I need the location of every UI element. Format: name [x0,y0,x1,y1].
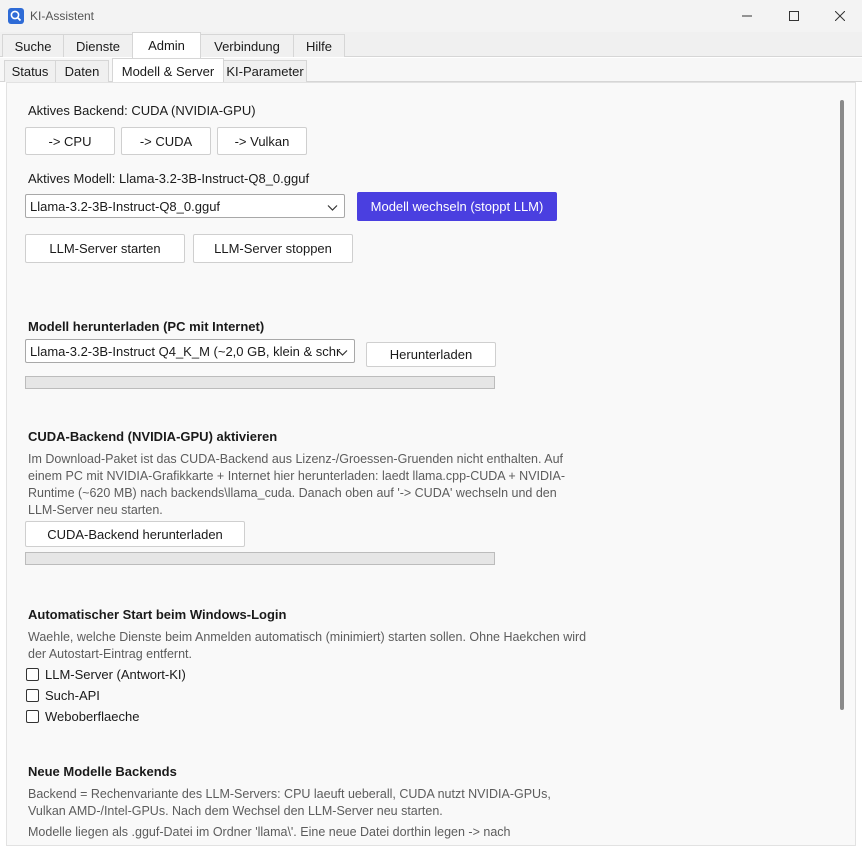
tab-dienste[interactable]: Dienste [63,34,133,57]
download-button[interactable]: Herunterladen [366,342,496,367]
model-select[interactable]: Llama-3.2-3B-Instruct-Q8_0.gguf [25,194,345,218]
llm-server-checkbox[interactable] [26,667,39,681]
tab-verbindung[interactable]: Verbindung [200,34,294,57]
checkbox-row-llm-server[interactable]: LLM-Server (Antwort-KI) [26,665,186,683]
weboberflaeche-checkbox-label: Weboberflaeche [45,708,140,724]
tab-daten[interactable]: Daten [55,60,109,82]
info-backend-text: Backend = Rechenvariante des LLM-Servers… [28,787,551,818]
chevron-down-icon [337,346,348,361]
sub-tab-bar: Status Daten Modell & Server KI-Paramete… [0,58,862,83]
checkbox-row-weboberflaeche[interactable]: Weboberflaeche [26,707,139,725]
cuda-heading: CUDA-Backend (NVIDIA-GPU) aktivieren [28,429,278,444]
tab-ki-parameter[interactable]: KI-Parameter [223,60,307,82]
download-select-value: Llama-3.2-3B-Instruct Q4_K_M (~2,0 GB, k… [30,343,341,359]
main-tab-bar: Suche Dienste Admin Verbindung Hilfe [0,32,862,58]
window-title: KI-Assistent [30,9,95,23]
checkbox-row-such-api[interactable]: Such-API [26,686,100,704]
download-progress-bar [25,376,495,389]
cuda-button[interactable]: -> CUDA [121,127,211,155]
active-backend-label: Aktives Backend: CUDA (NVIDIA-GPU) [28,103,256,118]
llm-server-checkbox-label: LLM-Server (Antwort-KI) [45,666,186,682]
weboberflaeche-checkbox[interactable] [26,709,39,723]
tab-suche[interactable]: Suche [2,34,64,57]
close-button[interactable] [817,0,862,32]
cuda-description: Im Download-Paket ist das CUDA-Backend a… [28,452,566,517]
minimize-button[interactable] [724,0,770,32]
switch-model-button[interactable]: Modell wechseln (stoppt LLM) [357,192,557,221]
model-select-value: Llama-3.2-3B-Instruct-Q8_0.gguf [30,198,221,214]
title-bar: KI-Assistent [0,0,862,32]
chevron-down-icon [327,201,338,216]
info-models-text: Modelle liegen als .gguf-Datei im Ordner… [28,825,511,839]
start-llm-server-button[interactable]: LLM-Server starten [25,234,185,263]
info-heading: Neue Modelle Backends [28,764,177,779]
tab-modell-server[interactable]: Modell & Server [112,58,224,83]
maximize-button[interactable] [771,0,817,32]
cuda-download-button[interactable]: CUDA-Backend herunterladen [25,521,245,547]
tab-status[interactable]: Status [4,60,56,82]
stop-llm-server-button[interactable]: LLM-Server stoppen [193,234,353,263]
cpu-button[interactable]: -> CPU [25,127,115,155]
tab-hilfe[interactable]: Hilfe [293,34,345,57]
vertical-scrollbar[interactable] [836,88,848,840]
autostart-description: Waehle, welche Dienste beim Anmelden aut… [28,630,587,661]
download-model-select[interactable]: Llama-3.2-3B-Instruct Q4_K_M (~2,0 GB, k… [25,339,355,363]
scrollbar-thumb[interactable] [840,100,844,710]
tab-admin[interactable]: Admin [132,32,201,58]
active-model-label: Aktives Modell: Llama-3.2-3B-Instruct-Q8… [28,171,310,186]
app-search-icon [8,8,24,24]
download-heading: Modell herunterladen (PC mit Internet) [28,319,265,334]
cuda-progress-bar [25,552,495,565]
vulkan-button[interactable]: -> Vulkan [217,127,307,155]
such-api-checkbox-label: Such-API [45,687,100,703]
such-api-checkbox[interactable] [26,688,39,702]
autostart-heading: Automatischer Start beim Windows-Login [28,607,287,622]
